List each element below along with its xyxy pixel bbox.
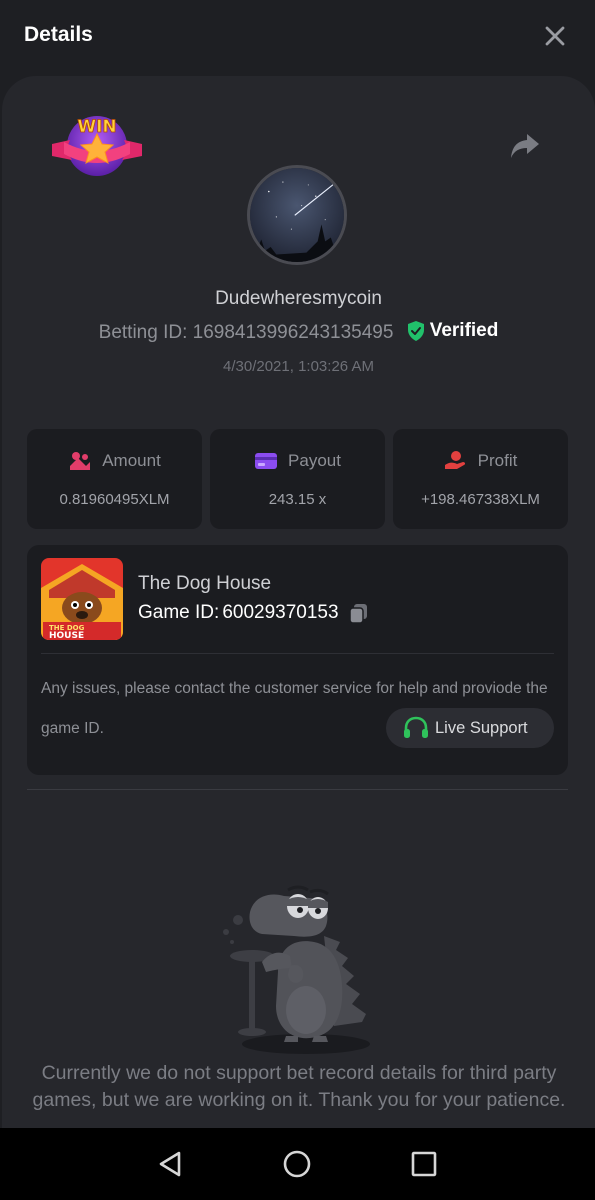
crocodile-mascot-icon [223,885,370,1054]
hand-coin-icon [444,451,465,469]
wallet-card-icon [255,453,278,469]
stat-label: Payout [288,451,341,470]
home-icon[interactable] [281,1148,313,1180]
section-divider [27,789,568,790]
recent-apps-icon[interactable] [408,1148,440,1180]
back-icon[interactable] [155,1148,187,1180]
share-icon[interactable] [509,132,541,160]
system-nav-bar [0,1128,595,1200]
details-panel: WIN Dudewheresmycoin Betting ID: 1698413… [2,76,595,1136]
badge-text: WIN [77,117,116,137]
shield-check-icon [407,321,424,341]
thumb-text: HOUSE [49,631,84,640]
stat-label: Profit [477,451,518,470]
game-card: THE DOG HOUSE The Dog House Game ID: 600… [27,545,568,775]
divider [41,653,554,654]
betting-id-label: Betting ID: [98,322,188,344]
third-party-notice: Currently we do not support bet record d… [32,1062,566,1111]
copy-icon[interactable] [348,602,370,624]
page-title: Details [24,23,93,46]
game-name: The Dog House [138,573,272,594]
top-bar: Details [0,0,595,76]
verified-label: Verified [429,320,499,341]
live-support-button[interactable]: Live Support [386,708,554,748]
stat-value: +198.467338XLM [421,491,540,508]
close-icon[interactable] [543,24,567,48]
game-id-row: Game ID: 60029370153 [138,602,370,624]
stat-value: 243.15 x [268,491,327,508]
stat-amount: Amount 0.81960495XLM [27,429,202,529]
verified-badge: Verified [407,320,499,342]
coin-stack-icon [70,452,91,470]
stat-profit: Profit +198.467338XLM [393,429,568,529]
stat-payout: Payout 243.15 x [210,429,385,529]
betting-id-line: Betting ID: 1698413996243135495 Verified [2,320,595,344]
betting-id-value: 1698413996243135495 [192,322,394,344]
username: Dudewheresmycoin [215,288,382,309]
stats-row: Amount 0.81960495XLM Payout 243.15 x Pro… [27,429,568,529]
avatar [247,165,347,265]
live-support-label: Live Support [435,718,528,737]
game-thumbnail[interactable]: THE DOG HOUSE [41,558,123,640]
game-id-label: Game ID: [138,602,220,623]
headset-icon [404,716,428,738]
stat-value: 0.81960495XLM [59,491,170,508]
game-id-value: 60029370153 [222,602,339,623]
stat-label: Amount [102,451,161,470]
win-badge-icon: WIN [52,116,142,176]
bet-datetime: 4/30/2021, 1:03:26 AM [223,358,374,375]
